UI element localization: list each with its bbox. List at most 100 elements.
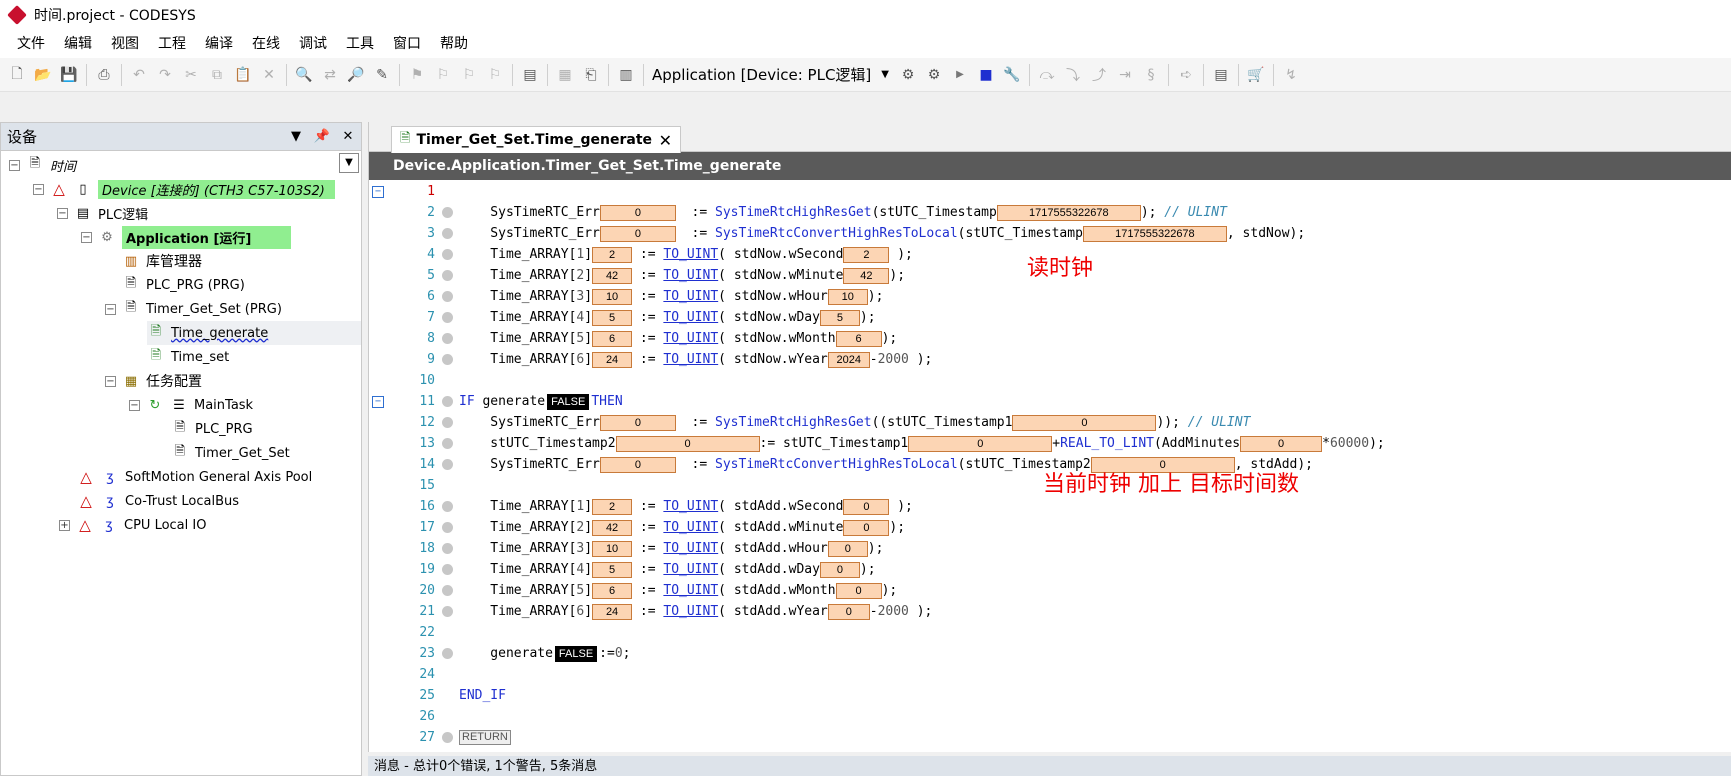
tree-item-cotrust[interactable]: △ ʒ Co-Trust LocalBus [77,489,239,513]
menu-debug[interactable]: 调试 [290,30,337,58]
open-folder-icon[interactable]: 📂 [32,64,54,86]
breakpoint-icon[interactable]: § [1140,64,1162,86]
code-area[interactable]: − 1 2 SysTimeRTC_Err 0 := SysTimeRtcHighR… [369,180,1731,752]
fold-icon[interactable]: − [372,185,384,198]
breakpoint-dot[interactable] [442,648,453,659]
logout-icon[interactable]: ⚙ [923,64,945,86]
force-values-icon[interactable]: 🛒 [1245,64,1267,86]
menu-build[interactable]: 编译 [196,30,243,58]
tree-item-device[interactable]: − △ ▯ Device [连接的] (CTH3 C57-103S2) [33,177,335,201]
value-box[interactable]: 0 [599,225,676,242]
step-into-icon[interactable]: ⤵ [1062,64,1084,86]
collapse-icon[interactable]: − [105,303,116,315]
value-box[interactable]: 10 [592,288,633,305]
value-box[interactable]: 0 [1012,414,1157,431]
breakpoint-dot[interactable] [442,438,453,449]
value-box[interactable]: 6 [835,330,882,347]
unforce-icon[interactable]: ↯ [1280,64,1302,86]
value-box[interactable]: 10 [827,288,868,305]
breakpoint-dot[interactable] [442,228,453,239]
next-bookmark-icon[interactable]: ⚐ [458,64,480,86]
tree-dropdown-icon[interactable]: ▼ [339,153,359,173]
value-box[interactable]: 2 [592,498,633,515]
value-box[interactable]: 0 [835,582,882,599]
value-box[interactable]: 10 [592,540,633,557]
value-box[interactable]: 0 [599,204,676,221]
menu-online[interactable]: 在线 [243,30,290,58]
menu-project[interactable]: 工程 [149,30,196,58]
messages-bar[interactable]: 消息 - 总计0个错误, 1个警告, 5条消息 [368,756,1731,776]
tree-item-task-plc-prg[interactable]: 🗎 PLC_PRG [171,417,253,441]
bool-value[interactable]: FALSE [554,645,598,662]
breakpoint-dot[interactable] [442,312,453,323]
breakpoint-dot[interactable] [442,333,453,344]
value-box[interactable]: 0 [827,603,870,620]
run-to-cursor-icon[interactable]: ⇥ [1114,64,1136,86]
step-out-icon[interactable]: ⤴ [1088,64,1110,86]
clear-bookmarks-icon[interactable]: ⚐ [484,64,506,86]
new-file-icon[interactable]: 🗋 [6,64,28,86]
value-box[interactable]: 42 [592,267,633,284]
menu-file[interactable]: 文件 [8,30,55,58]
breakpoint-dot[interactable] [442,732,453,743]
tree-item-project[interactable]: − 🗎 时间 [9,153,76,177]
value-box[interactable]: 2024 [827,351,870,368]
tree-item-task-config[interactable]: − ▦ 任务配置 [105,369,202,393]
add-object-icon[interactable]: ▦ [554,64,576,86]
value-box[interactable]: 24 [592,603,633,620]
show-next-statement-icon[interactable]: ➪ [1175,64,1197,86]
tree-item-time-generate[interactable]: 🗎 Time_generate [147,321,361,345]
library-icon[interactable]: ▥ [615,64,637,86]
value-box[interactable]: 0 [599,456,676,473]
tree-item-main-task[interactable]: − ↻ ☰ MainTask [129,393,253,417]
tree-item-timer-get-set[interactable]: − 🗎 Timer_Get_Set (PRG) [105,297,282,321]
collapse-icon[interactable]: − [81,231,92,243]
menu-window[interactable]: 窗口 [384,30,431,58]
pin-icon[interactable]: 📌 [309,129,335,144]
tab-time-generate[interactable]: 🗎 Timer_Get_Set.Time_generate ✕ [391,126,681,153]
write-values-icon[interactable]: ▤ [1210,64,1232,86]
find-in-project-icon[interactable]: 🔎 [345,64,367,86]
value-box[interactable]: 2 [592,246,633,263]
cut-icon[interactable]: ✂ [180,64,202,86]
collapse-icon[interactable]: − [33,183,44,195]
login-icon[interactable]: ⚙ [897,64,919,86]
value-box[interactable]: 0 [1240,435,1323,452]
undo-icon[interactable]: ↶ [128,64,150,86]
breakpoint-dot[interactable] [442,207,453,218]
value-box[interactable]: 0 [843,519,890,536]
redo-icon[interactable]: ↷ [154,64,176,86]
insert-icon[interactable]: ⎗ [580,64,602,86]
prev-bookmark-icon[interactable]: ⚐ [432,64,454,86]
breakpoint-dot[interactable] [442,291,453,302]
menu-tools[interactable]: 工具 [337,30,384,58]
menu-help[interactable]: 帮助 [431,30,478,58]
save-icon[interactable]: 💾 [58,64,80,86]
tree-item-cpu-io[interactable]: + △ ʒ CPU Local IO [59,513,206,537]
menu-view[interactable]: 视图 [102,30,149,58]
tree-item-softmotion[interactable]: △ ʒ SoftMotion General Axis Pool [77,465,312,489]
value-box[interactable]: 24 [592,351,633,368]
breakpoint-dot[interactable] [442,501,453,512]
breakpoint-dot[interactable] [442,249,453,260]
fold-icon[interactable]: − [372,395,384,408]
collapse-icon[interactable]: − [105,375,116,387]
value-box[interactable]: 0 [843,498,890,515]
value-box[interactable]: 6 [592,330,633,347]
value-box[interactable]: 0 [908,435,1053,452]
menu-edit[interactable]: 编辑 [55,30,102,58]
panel-menu-icon[interactable]: ▼ [283,129,309,144]
value-box[interactable]: 0 [827,540,868,557]
tree-item-task-timer[interactable]: 🗎 Timer_Get_Set [171,441,290,465]
value-box[interactable]: 5 [592,309,633,326]
copy-icon[interactable]: ⧉ [206,64,228,86]
value-box[interactable]: 0 [599,414,676,431]
value-box[interactable]: 6 [592,582,633,599]
close-icon[interactable]: ✕ [335,129,361,144]
value-box[interactable]: 2 [843,246,890,263]
collapse-icon[interactable]: − [129,399,140,411]
tree-item-library-manager[interactable]: ▥ 库管理器 [122,249,202,273]
value-box[interactable]: 42 [592,519,633,536]
value-box[interactable]: 0 [615,435,760,452]
delete-icon[interactable]: ✕ [258,64,280,86]
